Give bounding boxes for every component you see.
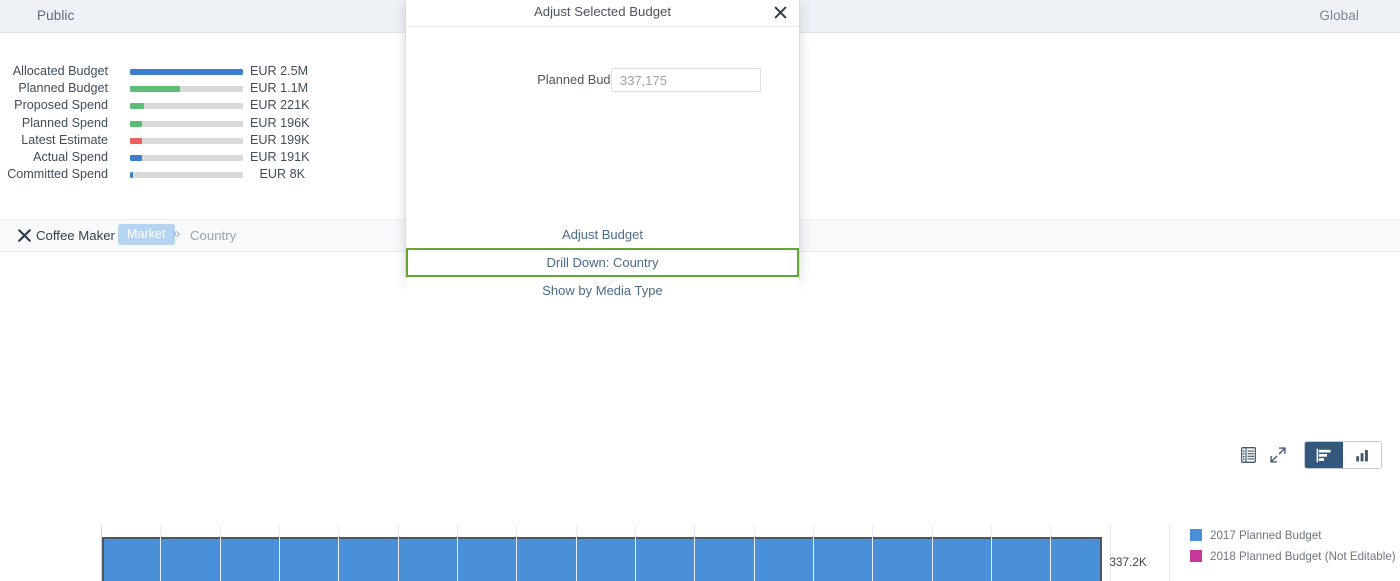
grid-line xyxy=(397,525,399,581)
kpi-row: Proposed Spend EUR 221K xyxy=(0,98,400,115)
kpi-label: Allocated Budget xyxy=(12,64,108,78)
kpi-row: Actual Spend EUR 191K xyxy=(0,150,400,167)
kpi-progress-track xyxy=(130,154,243,161)
legend-swatch xyxy=(1190,550,1202,562)
bar-value-label: 337.2K xyxy=(1109,554,1147,569)
kpi-label: Planned Spend xyxy=(21,115,108,130)
kpi-progress-fill xyxy=(130,86,180,93)
kpi-row: Allocated Budget EUR 2.5M xyxy=(0,64,400,81)
grid-line xyxy=(694,525,696,581)
kpi-value: EUR 8K xyxy=(259,167,306,182)
popup-action-adjust-budget[interactable]: Adjust Budget xyxy=(406,221,799,248)
grid-line xyxy=(457,525,458,581)
adjust-budget-popup: Adjust Selected Budget Planned Budget (E… xyxy=(405,0,800,304)
chevrons-right-icon: » xyxy=(172,225,181,242)
kpi-row: Planned Budget EUR 1.1M xyxy=(0,81,400,98)
kpi-progress-track xyxy=(130,103,243,110)
kpi-value: EUR 2.5M xyxy=(250,64,309,78)
popup-action-drill-down-country[interactable]: Drill Down: Country xyxy=(406,248,799,277)
kpi-value: EUR 191K xyxy=(250,149,310,164)
grid-line xyxy=(1109,525,1111,581)
bar-emea-series-0[interactable] xyxy=(102,536,1103,581)
app-root: Public Global Allocated Budget EUR 2.5M Pl… xyxy=(0,0,1400,581)
breadcrumb-next-dimension[interactable]: Country xyxy=(190,228,236,243)
kpi-label: Proposed Spend xyxy=(14,98,108,113)
popup-pointer-arrow xyxy=(591,278,614,288)
breadcrumb-root[interactable]: Coffee Maker xyxy=(36,228,115,243)
kpi-label: Latest Estimate xyxy=(21,132,108,147)
kpi-progress-fill xyxy=(130,103,144,110)
popup-body: Planned Budget (EUR): xyxy=(406,27,799,221)
kpi-row: Committed Spend EUR 8K xyxy=(0,167,400,184)
grid-line xyxy=(635,525,636,581)
kpi-row: Latest Estimate EUR 199K xyxy=(0,133,400,150)
kpi-progress-fill xyxy=(130,120,143,127)
kpi-progress-track xyxy=(130,120,243,127)
kpi-value: EUR 196K xyxy=(250,115,310,130)
grid-line xyxy=(872,525,874,581)
legend-label: 2018 Planned Budget (Not Editable) xyxy=(1210,549,1396,563)
kpi-progress-fill xyxy=(130,69,243,75)
chart-legend: 2017 Planned Budget 2018 Planned Budget (… xyxy=(1190,525,1396,567)
kpi-value: EUR 1.1M xyxy=(250,81,309,96)
kpi-progress-fill xyxy=(130,172,134,179)
kpi-label: Committed Spend xyxy=(7,167,108,182)
scope-label: Global xyxy=(1319,8,1359,23)
kpi-value: EUR 221K xyxy=(250,98,310,113)
grid-line xyxy=(991,525,992,581)
legend-item[interactable]: 2017 Planned Budget xyxy=(1190,525,1396,545)
kpi-row: Planned Spend EUR 196K xyxy=(0,116,400,133)
visibility-label: Public xyxy=(37,8,75,23)
grid-line xyxy=(813,525,814,581)
grid-line xyxy=(338,525,340,581)
legend-item[interactable]: 2018 Planned Budget (Not Editable) xyxy=(1190,546,1396,566)
popup-header: Adjust Selected Budget xyxy=(406,0,799,27)
kpi-progress-track xyxy=(130,137,243,144)
legend-swatch xyxy=(1190,529,1202,541)
popup-title: Adjust Selected Budget xyxy=(533,4,672,19)
kpi-progress-fill xyxy=(130,154,143,161)
kpi-label: Planned Budget xyxy=(18,81,108,96)
popup-action-list: Adjust Budget Drill Down: Country Show by … xyxy=(406,221,799,304)
grid-line xyxy=(1050,525,1052,581)
grid-line xyxy=(516,525,518,581)
kpi-progress-track xyxy=(130,69,243,75)
close-icon[interactable] xyxy=(17,228,32,243)
grid-line xyxy=(279,525,280,581)
kpi-progress-fill xyxy=(130,137,143,144)
grid-line xyxy=(575,525,577,581)
breadcrumb-active-dimension[interactable]: Market xyxy=(118,224,175,245)
kpi-value: EUR 199K xyxy=(250,132,310,147)
kpi-summary-panel: Allocated Budget EUR 2.5M Planned Budget EU… xyxy=(0,64,400,184)
grid-line xyxy=(160,525,162,581)
kpi-progress-track xyxy=(130,172,243,179)
grid-line xyxy=(219,525,221,581)
grid-line xyxy=(1169,525,1170,581)
close-icon[interactable] xyxy=(771,3,789,21)
grid-line xyxy=(931,525,933,581)
kpi-label: Actual Spend xyxy=(33,149,108,164)
kpi-progress-track xyxy=(130,86,243,93)
legend-label: 2017 Planned Budget xyxy=(1210,528,1322,542)
planned-budget-input[interactable] xyxy=(611,68,761,92)
grid-line xyxy=(753,525,755,581)
